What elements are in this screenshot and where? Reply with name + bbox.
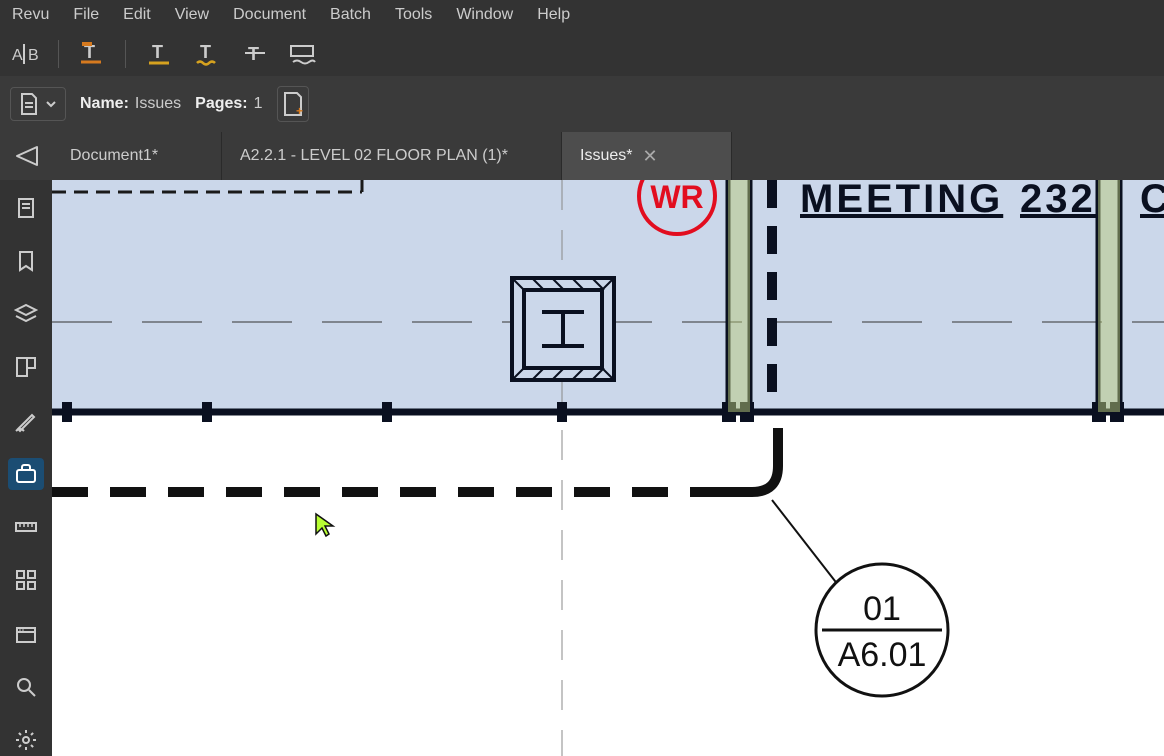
tab-floorplan[interactable]: A2.2.1 - LEVEL 02 FLOOR PLAN (1)* [222, 132, 562, 180]
menu-batch[interactable]: Batch [330, 6, 371, 24]
toolbar-divider [58, 40, 59, 68]
strikethrough-icon[interactable]: T [240, 39, 270, 69]
thumbnails-icon[interactable] [8, 565, 44, 596]
tab-label: Issues* [580, 147, 632, 165]
search-icon[interactable] [8, 671, 44, 702]
svg-text:B: B [28, 47, 39, 64]
room-partial: C [1140, 180, 1164, 221]
sets-icon[interactable] [8, 618, 44, 649]
menu-window[interactable]: Window [456, 6, 513, 24]
svg-text:+: + [296, 104, 303, 117]
tab-document1[interactable]: Document1* [52, 132, 222, 180]
toolchest-icon[interactable] [8, 458, 44, 489]
room-name: MEETING [800, 180, 1003, 221]
room-number: 232 [1020, 180, 1096, 221]
name-value: Issues [135, 95, 181, 113]
floor-plan-drawing: WR [52, 180, 1164, 756]
tab-back-button[interactable] [0, 132, 52, 180]
wr-label: WR [650, 180, 703, 215]
callout-bottom: A6.01 [838, 636, 927, 674]
text-toolbar: A B T T T T [0, 30, 1164, 76]
name-label: Name: [80, 95, 129, 113]
menu-help[interactable]: Help [537, 6, 570, 24]
tab-label: Document1* [70, 147, 158, 165]
document-icon [19, 92, 39, 116]
signatures-icon[interactable] [8, 405, 44, 436]
highlight-text-icon[interactable]: T [77, 39, 107, 69]
menu-edit[interactable]: Edit [123, 6, 151, 24]
measurements-icon[interactable] [8, 512, 44, 543]
menu-file[interactable]: File [73, 6, 99, 24]
underline-text-icon[interactable]: T [144, 39, 174, 69]
menu-bar: Revu File Edit View Document Batch Tools… [0, 0, 1164, 30]
add-page-button[interactable]: + [277, 86, 309, 122]
toolbar-divider [125, 40, 126, 68]
section-callout: 01 A6.01 [816, 564, 948, 696]
document-tabs: Document1* A2.2.1 - LEVEL 02 FLOOR PLAN … [0, 132, 1164, 180]
bookmarks-icon[interactable] [8, 245, 44, 276]
column-detail-symbol [512, 278, 614, 380]
menu-tools[interactable]: Tools [395, 6, 432, 24]
compare-text-icon[interactable]: A B [10, 39, 40, 69]
close-icon[interactable]: ✕ [642, 146, 657, 167]
menu-revu[interactable]: Revu [12, 6, 49, 24]
document-dropdown[interactable] [10, 87, 66, 121]
layers-icon[interactable] [8, 299, 44, 330]
file-access-icon[interactable] [8, 192, 44, 223]
cursor-icon [314, 512, 336, 543]
pages-value: 1 [254, 95, 263, 113]
drawing-canvas[interactable]: WR [52, 180, 1164, 756]
document-properties-bar: Name: Issues Pages: 1 + [0, 76, 1164, 132]
spaces-icon[interactable] [8, 352, 44, 383]
tab-issues[interactable]: Issues* ✕ [562, 132, 732, 180]
main-area: WR [0, 180, 1164, 756]
menu-view[interactable]: View [175, 6, 209, 24]
tab-label: A2.2.1 - LEVEL 02 FLOOR PLAN (1)* [240, 147, 508, 165]
pages-label: Pages: [195, 95, 247, 113]
insert-text-icon[interactable] [288, 39, 318, 69]
callout-top: 01 [863, 590, 901, 628]
settings-icon[interactable] [8, 725, 44, 756]
left-sidebar [0, 180, 52, 756]
svg-text:T: T [152, 42, 163, 62]
chevron-down-icon [45, 98, 57, 110]
menu-document[interactable]: Document [233, 6, 306, 24]
svg-text:A: A [12, 47, 23, 64]
squiggle-underline-icon[interactable]: T [192, 39, 222, 69]
svg-text:T: T [200, 42, 211, 62]
